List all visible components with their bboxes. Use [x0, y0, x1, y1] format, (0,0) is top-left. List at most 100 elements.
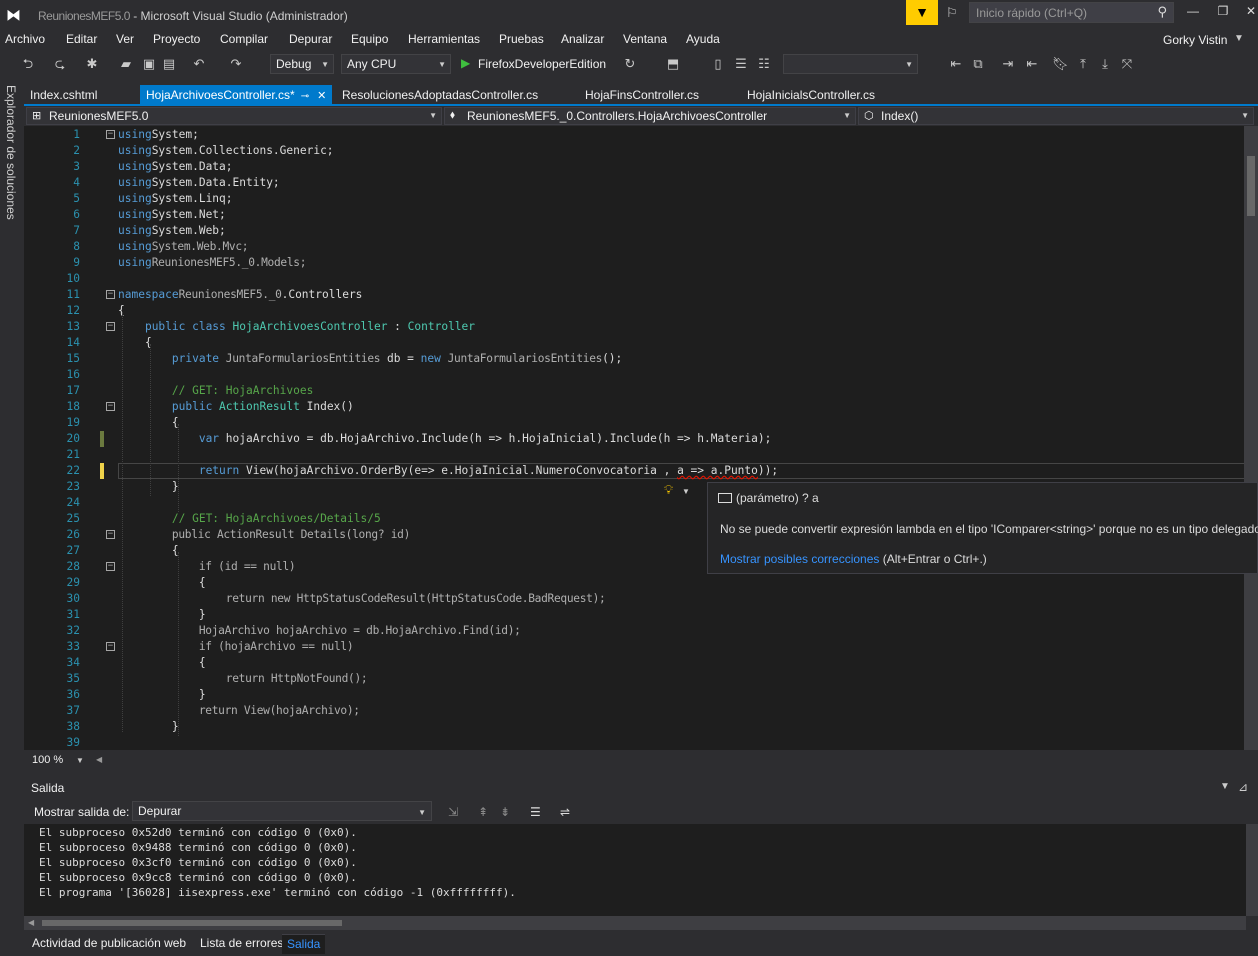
collapse-toggle-icon[interactable]: −	[106, 130, 115, 139]
navigate-back-icon[interactable]: ⮌	[20, 56, 36, 72]
prev-bookmark-icon[interactable]: ⤒	[1075, 56, 1091, 72]
outdent-icon[interactable]: ⇤	[1024, 56, 1040, 72]
chevron-down-icon[interactable]: ▼	[1234, 33, 1244, 44]
save-all-icon[interactable]: ▤	[161, 56, 177, 72]
member-dropdown[interactable]: ⬡ Index() ▼	[858, 107, 1254, 125]
solution-platform-dropdown[interactable]: Any CPU ▼	[341, 54, 451, 74]
code-line: 9 usingReunionesMEF5._0.Models;	[24, 255, 1258, 271]
line-number: 14	[66, 336, 80, 349]
collapse-toggle-icon[interactable]: −	[106, 642, 115, 651]
chevron-down-icon[interactable]: ▼	[76, 756, 84, 765]
code-text: usingSystem.Linq;	[118, 191, 233, 207]
collapse-toggle-icon[interactable]: −	[106, 322, 115, 331]
bottom-tab[interactable]: Lista de errores	[195, 934, 288, 954]
pin-icon[interactable]: ⊿	[1238, 780, 1248, 794]
type-dropdown[interactable]: ⬧ ReunionesMEF5._0.Controllers.HojaArchiv…	[444, 107, 856, 125]
bottom-tab[interactable]: Actividad de publicación web	[27, 934, 191, 954]
menu-item-depurar[interactable]: Depurar	[289, 32, 332, 46]
menu-item-herramientas[interactable]: Herramientas	[408, 32, 480, 46]
collapse-toggle-icon[interactable]: −	[106, 530, 115, 539]
code-line: 21	[24, 447, 1258, 463]
bottom-tab[interactable]: Salida	[282, 934, 326, 954]
collapse-toggle-icon[interactable]: −	[106, 402, 115, 411]
project-dropdown[interactable]: ⊞ ReunionesMEF5.0 ▼	[26, 107, 442, 125]
save-icon[interactable]: ▣	[141, 56, 157, 72]
find-dropdown[interactable]: ▼	[783, 54, 918, 74]
pin-icon[interactable]: ⊸	[301, 91, 309, 102]
lightbulb-icon[interactable]: 💡︎	[664, 482, 673, 498]
menu-item-compilar[interactable]: Compilar	[220, 32, 268, 46]
scrollbar-thumb[interactable]	[42, 920, 342, 926]
maximize-button[interactable]: ❐	[1208, 4, 1238, 22]
scroll-left-icon[interactable]: ◀	[28, 918, 34, 927]
clear-all-icon[interactable]: ☰	[530, 805, 541, 819]
collapse-toggle-icon[interactable]: −	[106, 562, 115, 571]
line-number: 9	[73, 256, 80, 269]
undo-icon[interactable]: ↶	[191, 56, 207, 72]
open-file-icon[interactable]: ▰	[118, 56, 134, 72]
minimize-button[interactable]: —	[1178, 4, 1208, 22]
menu-item-editar[interactable]: Editar	[66, 32, 97, 46]
type-value: ReunionesMEF5._0.Controllers.HojaArchivo…	[467, 109, 768, 123]
scroll-left-icon[interactable]: ◀	[96, 755, 102, 764]
tab-document[interactable]: Index.cshtml	[24, 85, 103, 105]
comment-icon[interactable]: ⧉	[970, 56, 986, 72]
account-name[interactable]: Gorky Vistin	[1163, 33, 1227, 47]
menu-item-proyecto[interactable]: Proyecto	[153, 32, 200, 46]
output-horizontal-scrollbar[interactable]: ◀	[24, 916, 1246, 930]
menu-item-archivo[interactable]: Archivo	[5, 32, 45, 46]
scrollbar-thumb[interactable]	[1247, 156, 1255, 216]
tab-document[interactable]: HojaArchivoesController.cs* ⊸ ✕	[140, 85, 333, 105]
tab-label: HojaFinsController.cs	[585, 88, 700, 102]
menu-item-pruebas[interactable]: Pruebas	[499, 32, 544, 46]
bookmark-icon[interactable]: 🔖︎	[1052, 56, 1069, 72]
code-text: usingSystem.Data;	[118, 159, 233, 175]
chevron-down-icon[interactable]: ▼	[1220, 781, 1230, 792]
menu-item-ayuda[interactable]: Ayuda	[686, 32, 720, 46]
zoom-level[interactable]: 100 %	[28, 753, 67, 769]
close-window-button[interactable]: ✕	[1236, 4, 1258, 22]
output-source-dropdown[interactable]: Depurar ▼	[132, 801, 432, 821]
redo-icon[interactable]: ↷	[228, 56, 244, 72]
menu-item-analizar[interactable]: Analizar	[561, 32, 604, 46]
notification-flag-icon[interactable]: ▼	[906, 0, 938, 25]
output-text-area[interactable]: El subproceso 0x52d0 terminó con código …	[24, 824, 1246, 916]
code-token: {	[118, 656, 206, 669]
solution-explorer-tab[interactable]: Explorador de soluciones	[4, 85, 18, 220]
start-debugging-icon[interactable]: ▶	[461, 56, 470, 70]
chevron-down-icon[interactable]: ▼	[682, 487, 690, 496]
code-token: System.Data;	[151, 160, 233, 173]
solution-configuration-dropdown[interactable]: Debug ▼	[270, 54, 334, 74]
editor-vertical-scrollbar[interactable]	[1244, 126, 1258, 750]
word-wrap-icon[interactable]: ⇌	[560, 805, 570, 819]
navigate-forward-icon[interactable]: ⮎	[52, 56, 68, 72]
tab-document[interactable]: HojaInicialsController.cs	[741, 85, 881, 105]
run-target-button[interactable]: FirefoxDeveloperEdition	[478, 57, 606, 71]
show-fixes-link[interactable]: Mostrar posibles correcciones	[720, 552, 879, 566]
quick-launch-input[interactable]: Inicio rápido (Ctrl+Q) ⚲	[969, 2, 1174, 23]
close-icon[interactable]: ✕	[317, 90, 326, 102]
refresh-icon[interactable]: ↻	[622, 56, 638, 72]
output-vertical-scrollbar[interactable]	[1246, 824, 1258, 916]
browser-link-icon[interactable]: ⬒	[665, 56, 681, 72]
code-token: return	[198, 464, 246, 477]
prev-message-icon[interactable]: ⇞	[478, 805, 488, 819]
feedback-icon[interactable]: ⚐	[946, 5, 958, 21]
document-icon[interactable]: ▯	[710, 56, 726, 72]
menu-item-equipo[interactable]: Equipo	[351, 32, 388, 46]
menu-item-ver[interactable]: Ver	[116, 32, 134, 46]
indent-icon[interactable]: ⇥	[1000, 56, 1016, 72]
tab-document[interactable]: HojaFinsController.cs	[579, 85, 705, 105]
next-bookmark-icon[interactable]: ⤓	[1097, 56, 1113, 72]
clear-bookmarks-icon[interactable]: ⤧	[1119, 56, 1135, 72]
tab-document[interactable]: ResolucionesAdoptadasController.cs	[336, 85, 544, 105]
new-project-icon[interactable]: ✱	[84, 56, 100, 72]
collapse-toggle-icon[interactable]: −	[106, 290, 115, 299]
menu-item-ventana[interactable]: Ventana	[623, 32, 667, 46]
step-icon[interactable]: ⇤	[948, 56, 964, 72]
outline-icon[interactable]: ☷	[756, 56, 772, 72]
next-message-icon[interactable]: ⇟	[500, 805, 510, 819]
list-icon[interactable]: ☰	[733, 56, 749, 72]
find-message-icon[interactable]: ⇲	[448, 805, 458, 819]
code-editor[interactable]: 1− usingSystem; 2 usingSystem.Collections.G…	[24, 126, 1258, 750]
